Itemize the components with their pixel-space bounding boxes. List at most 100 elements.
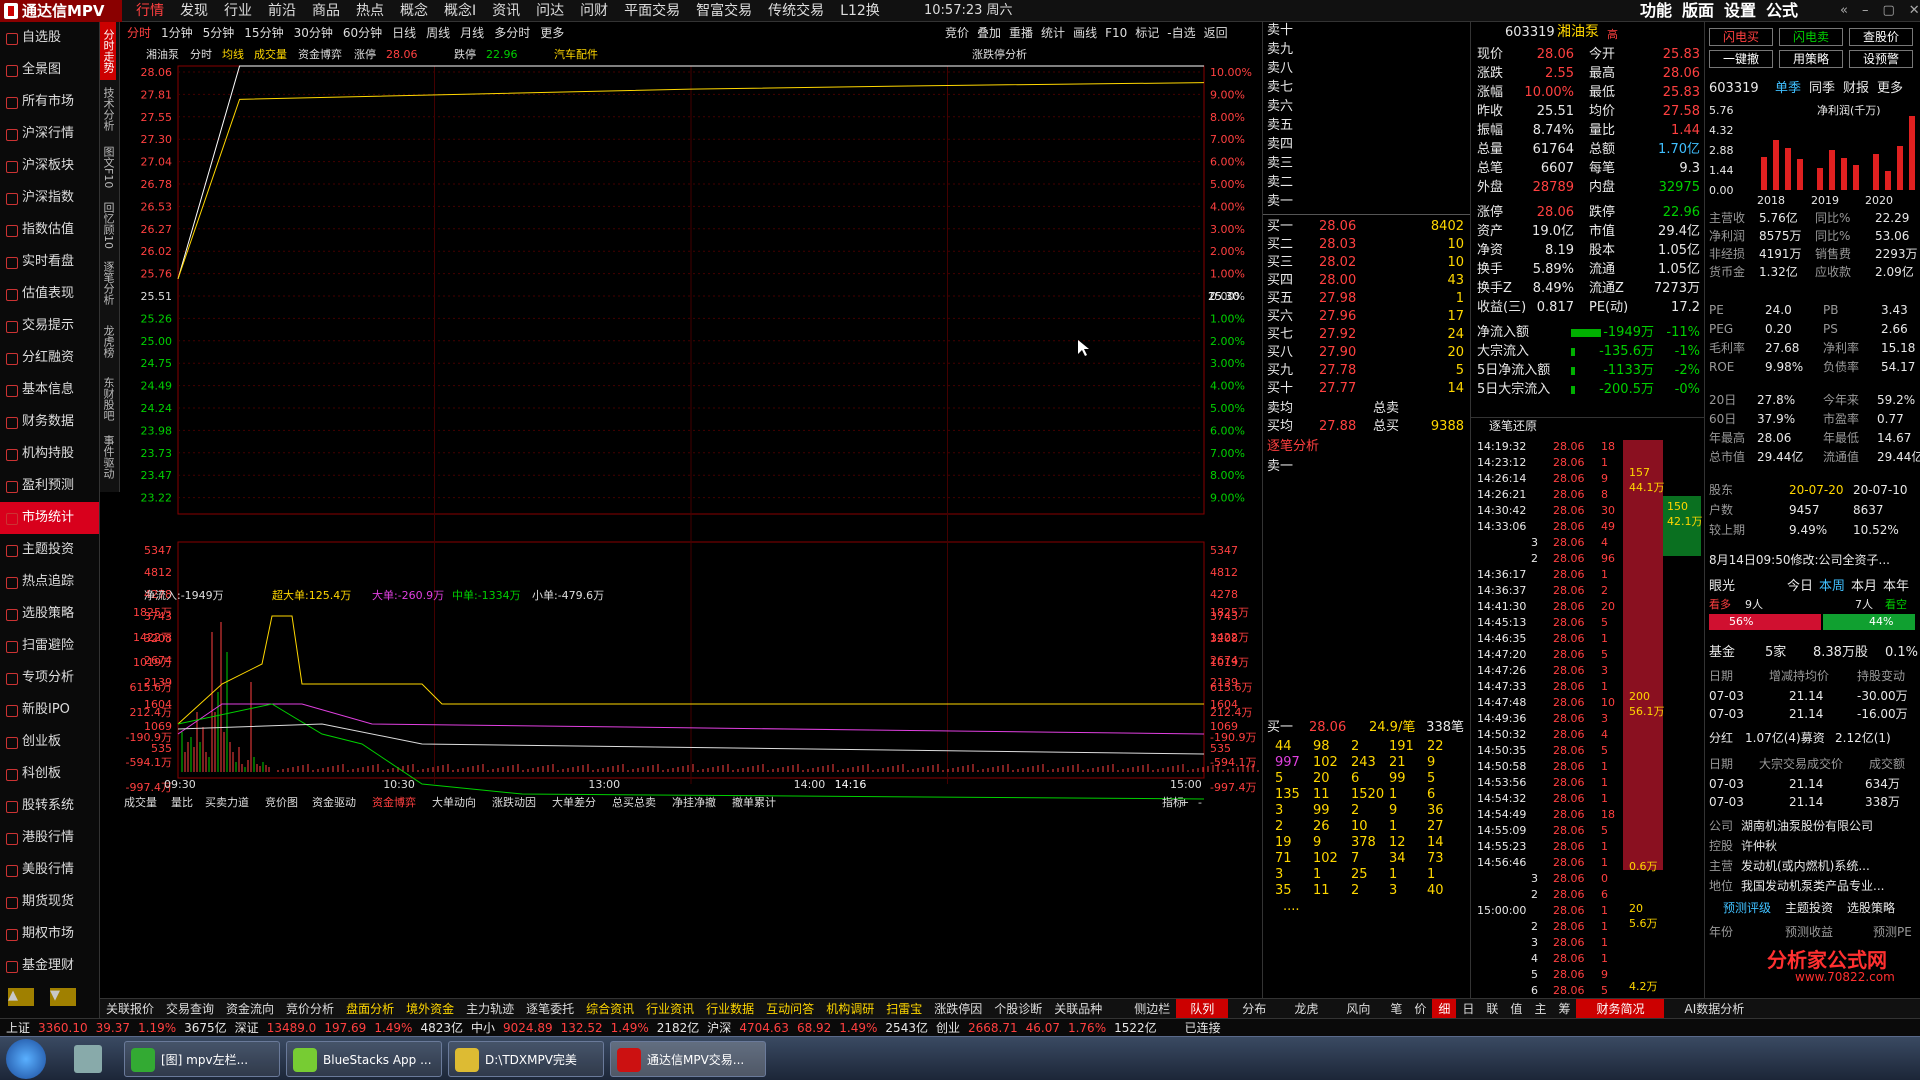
sidebar-item[interactable]: 美股行情 xyxy=(0,854,99,886)
sidebar-item[interactable]: 实时看盘 xyxy=(0,246,99,278)
bottom-tab[interactable]: 交易查询 xyxy=(160,999,220,1018)
bottom-tab[interactable]: 逐笔委托 xyxy=(520,999,580,1018)
vision-tab[interactable]: 本月 xyxy=(1851,578,1877,595)
index-name[interactable]: 上证 xyxy=(6,1019,30,1036)
vtab[interactable]: 逐笔分析 xyxy=(100,254,116,312)
bottom-tab[interactable]: 行业数据 xyxy=(700,999,760,1018)
menu-item[interactable]: 智富交易 xyxy=(688,0,760,22)
sidebar-item[interactable]: 盈利预测 xyxy=(0,470,99,502)
sidebar-item[interactable]: 基金理财 xyxy=(0,950,99,982)
taskbar-app[interactable]: [图] mpv左栏... xyxy=(124,1041,280,1077)
tick-analysis-title[interactable]: 逐笔分析 xyxy=(1267,438,1319,455)
sidebar-item[interactable]: 全景图 xyxy=(0,54,99,86)
sidebar-item[interactable]: 沪深指数 xyxy=(0,182,99,214)
taskbar-app[interactable]: 通达信MPV交易... xyxy=(610,1041,766,1077)
finance-tab[interactable]: AI数据分析 xyxy=(1664,999,1764,1018)
menu-item[interactable]: 前沿 xyxy=(260,0,304,22)
scroll-up-icon[interactable]: ▲ xyxy=(8,988,34,1006)
vtab[interactable]: 分时走势 xyxy=(100,22,116,80)
sidebar-item[interactable]: 分红融资 xyxy=(0,342,99,374)
queue-tab[interactable]: 龙虎 xyxy=(1280,999,1332,1018)
maximize-icon[interactable]: ▢ xyxy=(1882,0,1894,22)
bottom-tab[interactable]: 关联报价 xyxy=(100,999,160,1018)
sidebar-item[interactable]: 市场统计 xyxy=(0,502,99,534)
back-icon[interactable]: « xyxy=(1840,0,1848,22)
tool-button[interactable]: 叠加 xyxy=(977,22,1001,44)
tick-tab[interactable]: 日 xyxy=(1456,999,1480,1018)
quick-trade-button[interactable]: 查股价 xyxy=(1849,28,1913,46)
taskbar-app[interactable]: BlueStacks App ... xyxy=(286,1041,442,1077)
sidebar-item[interactable]: 新股IPO xyxy=(0,694,99,726)
vision-tab[interactable]: 今日 xyxy=(1787,578,1813,595)
tool-button[interactable]: 标记 xyxy=(1135,22,1159,44)
period-tab[interactable]: 1分钟 xyxy=(156,22,198,44)
f10-tab[interactable]: 单季 xyxy=(1775,80,1801,97)
bottom-tab[interactable]: 盘面分析 xyxy=(340,999,400,1018)
close-icon[interactable]: ✕ xyxy=(1909,0,1920,22)
f10-link[interactable]: 主题投资 xyxy=(1785,900,1833,917)
scroll-down-icon[interactable]: ▼ xyxy=(50,988,76,1006)
taskbar-app[interactable]: D:\TDXMPV完美 xyxy=(448,1041,604,1077)
calculator-icon[interactable] xyxy=(74,1045,102,1073)
tick-tab[interactable]: 细 xyxy=(1432,999,1457,1018)
period-tab[interactable]: 日线 xyxy=(387,22,421,44)
bottom-tab[interactable]: 个股诊断 xyxy=(988,999,1048,1018)
period-tab[interactable]: 更多 xyxy=(535,22,569,44)
sidebar-item[interactable]: 主题投资 xyxy=(0,534,99,566)
sidebar-item[interactable]: 财务数据 xyxy=(0,406,99,438)
period-tab[interactable]: 月线 xyxy=(455,22,489,44)
tick-tab[interactable]: 主 xyxy=(1528,999,1552,1018)
f10-tab[interactable]: 财报 xyxy=(1843,80,1869,97)
tool-button[interactable]: 画线 xyxy=(1073,22,1097,44)
bottom-tab[interactable]: 互动问答 xyxy=(760,999,820,1018)
index-name[interactable]: 创业 xyxy=(936,1019,960,1036)
tool-button[interactable]: 统计 xyxy=(1041,22,1065,44)
tool-button[interactable]: -自选 xyxy=(1167,22,1195,44)
top-menu-item[interactable]: 设置 xyxy=(1724,0,1756,22)
period-tab[interactable]: 分时 xyxy=(122,22,156,44)
f10-tab[interactable]: 更多 xyxy=(1877,80,1903,97)
tick-tab[interactable]: 笔 xyxy=(1384,999,1408,1018)
menu-item[interactable]: 问财 xyxy=(572,0,616,22)
minimize-icon[interactable]: – xyxy=(1862,0,1869,22)
top-menu-item[interactable]: 公式 xyxy=(1766,0,1798,22)
f10-link[interactable]: 选股策略 xyxy=(1847,900,1895,917)
top-menu-item[interactable]: 功能 xyxy=(1640,0,1672,22)
menu-item[interactable]: 资讯 xyxy=(484,0,528,22)
queue-tab[interactable]: 队列 xyxy=(1176,999,1229,1018)
sidebar-item[interactable]: 选股策略 xyxy=(0,598,99,630)
menu-item[interactable]: 行业 xyxy=(216,0,260,22)
sidebar-item[interactable]: 基本信息 xyxy=(0,374,99,406)
tick-tab[interactable]: 联 xyxy=(1480,999,1504,1018)
intraday-chart[interactable]: 湘油泵 分时 均线 成交量 资金博弈 涨停 28.06 跌停 22.96 汽车配件 涨跌停分析28.… xyxy=(122,44,1262,998)
quick-trade-button[interactable]: 用策略 xyxy=(1779,50,1843,68)
bottom-tab[interactable]: 关联品种 xyxy=(1048,999,1108,1018)
f10-tab[interactable]: 同季 xyxy=(1809,80,1835,97)
menu-item[interactable]: 商品 xyxy=(304,0,348,22)
sidebar-item[interactable]: 港股行情 xyxy=(0,822,99,854)
vtab[interactable]: 东财股吧 xyxy=(100,370,116,428)
start-button[interactable] xyxy=(6,1039,46,1079)
bottom-tab[interactable]: 资金流向 xyxy=(220,999,280,1018)
vision-tab[interactable]: 本年 xyxy=(1883,578,1909,595)
sidebar-item[interactable]: 股转系统 xyxy=(0,790,99,822)
notice-text[interactable]: 8月14日09:50修改:公司全资子... xyxy=(1709,552,1890,569)
finance-tab[interactable]: 财务简况 xyxy=(1576,999,1665,1018)
sidebar-item[interactable]: 期货现货 xyxy=(0,886,99,918)
bottom-tab[interactable]: 境外资金 xyxy=(400,999,460,1018)
bottom-tab[interactable]: 竞价分析 xyxy=(280,999,340,1018)
f10-link[interactable]: 预测评级 xyxy=(1723,900,1771,917)
index-name[interactable]: 深证 xyxy=(235,1019,259,1036)
vtab[interactable]: 事件驱动 xyxy=(100,428,116,486)
sidebar-item[interactable]: 沪深行情 xyxy=(0,118,99,150)
menu-item[interactable]: 传统交易 xyxy=(760,0,832,22)
sidebar-item[interactable]: 专项分析 xyxy=(0,662,99,694)
queue-tab[interactable]: 分布 xyxy=(1228,999,1280,1018)
sidebar-item[interactable]: 机构持股 xyxy=(0,438,99,470)
tick-tab[interactable]: 价 xyxy=(1408,999,1432,1018)
vtab[interactable]: 技术分析 xyxy=(100,80,116,138)
sidebar-toggle[interactable]: 侧边栏 xyxy=(1128,999,1176,1018)
sidebar-item[interactable]: 扫雷避险 xyxy=(0,630,99,662)
bottom-tab[interactable]: 扫雷宝 xyxy=(880,999,928,1018)
menu-item[interactable]: 问达 xyxy=(528,0,572,22)
